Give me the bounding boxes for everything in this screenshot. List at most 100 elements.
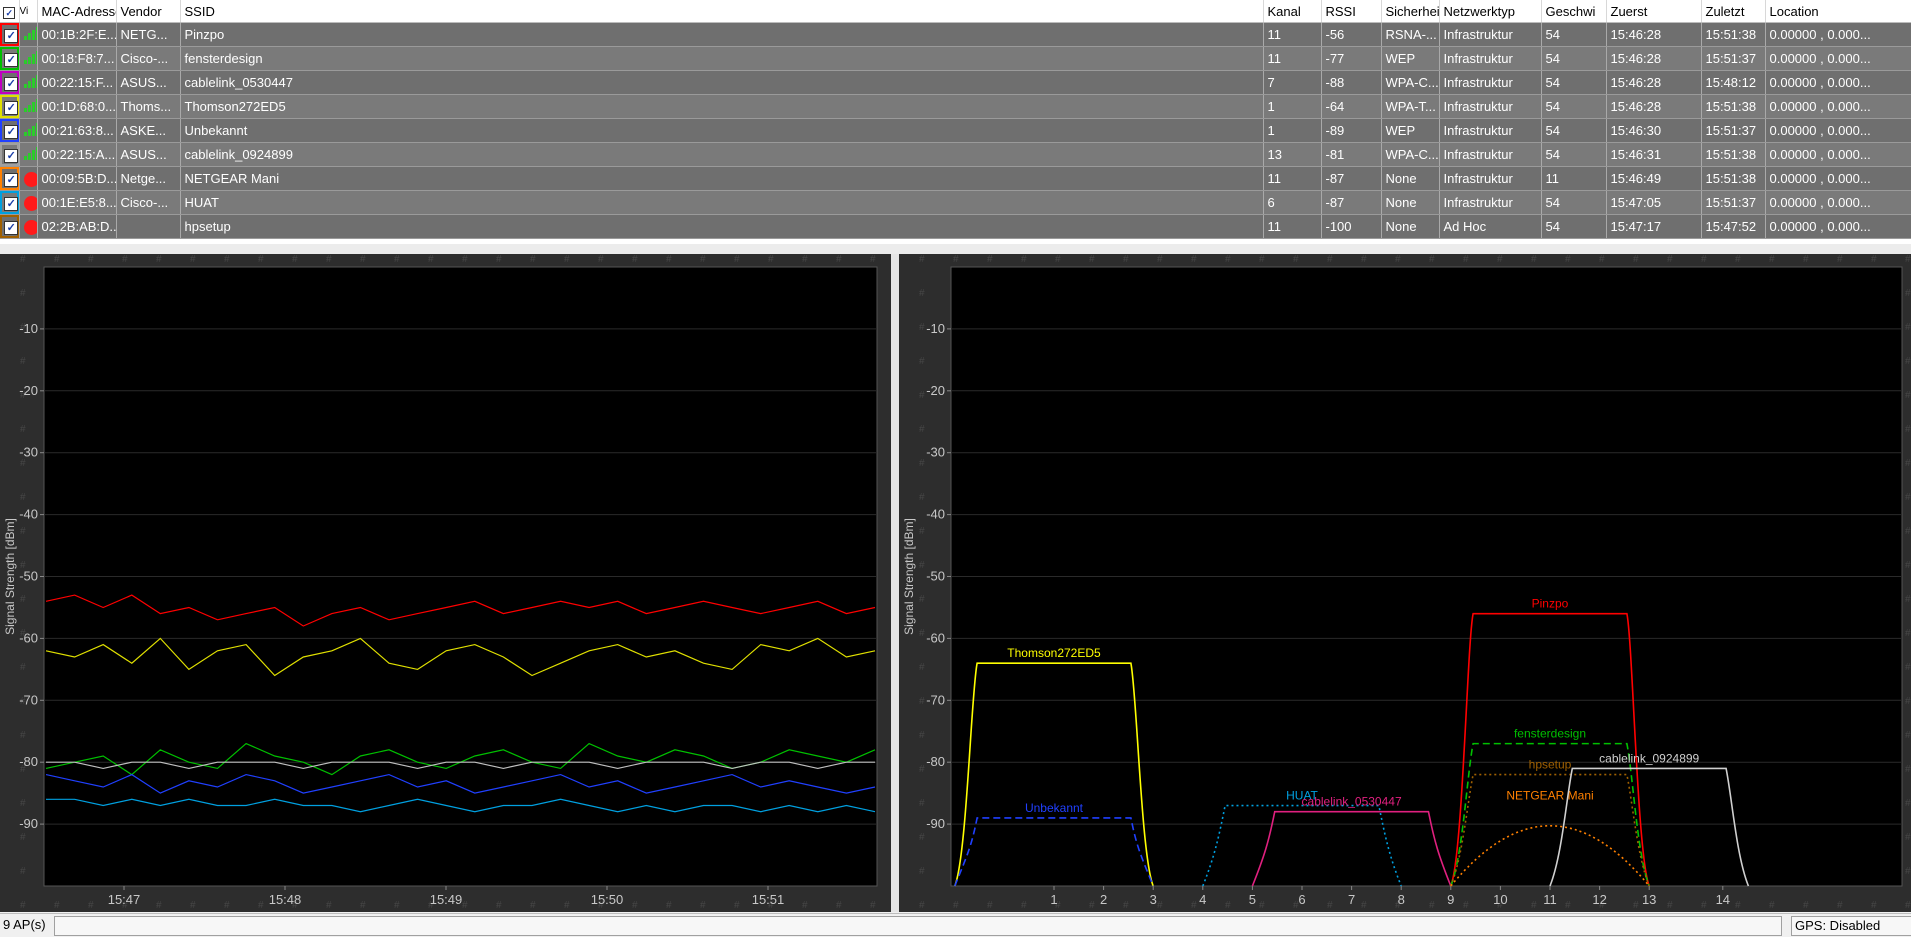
vertical-splitter[interactable] — [891, 254, 899, 912]
channel-label-fensterdesign: fensterdesign — [1514, 727, 1586, 741]
background-hash-mark: # — [1905, 662, 1911, 673]
background-hash-mark: # — [54, 254, 60, 265]
background-hash-mark: # — [1905, 322, 1911, 333]
background-hash-mark: # — [919, 628, 925, 639]
background-hash-mark: # — [919, 696, 925, 707]
cell-first-seen: 15:46:28 — [1606, 22, 1702, 47]
column-header-vendor[interactable]: Vendor — [116, 0, 181, 23]
channel-chart-panel: # # # # # # # # # # # # # # # # # # # # # # # # # # # # # # # # # # # # # # # #… — [899, 254, 1911, 912]
table-row[interactable]: ✓ 00:1D:68:0... Thoms... Thomson272ED5 1 -64 W… — [0, 94, 1911, 119]
row-checkbox[interactable]: ✓ — [4, 172, 18, 187]
column-header-select[interactable]: ✓ — [0, 0, 20, 23]
row-checkbox[interactable]: ✓ — [4, 100, 18, 115]
cell-channel: 11 — [1263, 46, 1322, 71]
channel-label-pinzpo: Pinzpo — [1532, 597, 1569, 611]
column-header-mac[interactable]: MAC-Adresse — [37, 0, 117, 23]
access-point-table[interactable]: ✓ Vi MAC-Adresse Vendor SSID Kanal RSSI … — [0, 0, 1911, 244]
channel-label-thomson272ed5: Thomson272ED5 — [1007, 646, 1101, 660]
cell-channel: 13 — [1263, 142, 1322, 167]
cell-location: 0.00000 , 0.000... — [1765, 190, 1911, 215]
background-hash-mark: # — [919, 458, 925, 469]
row-checkbox-cell[interactable]: ✓ — [0, 142, 20, 167]
column-header-location[interactable]: Location — [1765, 0, 1911, 23]
row-checkbox-cell[interactable]: ✓ — [0, 118, 20, 143]
row-checkbox[interactable]: ✓ — [4, 124, 18, 139]
background-hash-mark: # — [1905, 390, 1911, 401]
row-checkbox[interactable]: ✓ — [4, 76, 18, 91]
cell-network-type: Infrastruktur — [1439, 70, 1542, 95]
x-tick-label: 10 — [1493, 892, 1507, 907]
x-tick-label: 15:51 — [752, 892, 785, 907]
background-hash-mark: # — [20, 288, 26, 299]
row-checkbox[interactable]: ✓ — [4, 148, 18, 163]
column-header-rssi[interactable]: RSSI — [1321, 0, 1382, 23]
column-header-visible[interactable]: Vi — [19, 0, 38, 23]
row-checkbox-cell[interactable]: ✓ — [0, 70, 20, 95]
background-hash-mark: # — [919, 798, 925, 809]
background-hash-mark: # — [1191, 900, 1197, 911]
column-header-ssid[interactable]: SSID — [180, 0, 1264, 23]
cell-last-seen: 15:51:38 — [1701, 22, 1766, 47]
y-axis-label: Signal Strength [dBm] — [902, 518, 916, 635]
background-hash-mark: # — [1905, 832, 1911, 843]
background-hash-mark: # — [496, 254, 502, 265]
x-tick-label: 11 — [1543, 892, 1557, 907]
x-tick-label: 15:50 — [591, 892, 624, 907]
cell-ssid: NETGEAR Mani — [180, 166, 1264, 191]
column-header-speed[interactable]: Geschwi — [1541, 0, 1607, 23]
row-checkbox-cell[interactable]: ✓ — [0, 166, 20, 191]
column-header-security[interactable]: Sicherheit — [1381, 0, 1440, 23]
row-checkbox[interactable]: ✓ — [4, 52, 18, 67]
cell-rssi: -87 — [1321, 166, 1382, 191]
signal-bars-icon — [23, 26, 36, 40]
row-checkbox-cell[interactable]: ✓ — [0, 94, 20, 119]
background-hash-mark: # — [1667, 900, 1673, 911]
row-checkbox[interactable]: ✓ — [4, 196, 18, 211]
background-hash-mark: # — [462, 254, 468, 265]
row-checkbox-cell[interactable]: ✓ — [0, 190, 20, 215]
background-hash-mark: # — [1293, 254, 1299, 265]
table-row[interactable]: ✓ 00:22:15:A... ASUS... cablelink_0924899 13… — [0, 142, 1911, 167]
table-row[interactable]: ✓ 00:1E:E5:8... Cisco-... HUAT 6 -87 None Infra… — [0, 190, 1911, 215]
row-checkbox-cell[interactable]: ✓ — [0, 46, 20, 71]
x-tick-label: 5 — [1249, 892, 1256, 907]
table-row[interactable]: ✓ 00:22:15:F... ASUS... cablelink_0530447 7-… — [0, 70, 1911, 95]
cell-vendor — [116, 214, 181, 239]
background-hash-mark: # — [1905, 424, 1911, 435]
background-hash-mark: # — [919, 254, 925, 265]
row-checkbox[interactable]: ✓ — [4, 28, 18, 43]
background-hash-mark: # — [224, 900, 230, 911]
signal-status-cell — [19, 70, 38, 95]
select-all-checkbox[interactable]: ✓ — [3, 6, 16, 19]
cell-last-seen: 15:48:12 — [1701, 70, 1766, 95]
horizontal-splitter[interactable] — [0, 244, 1911, 254]
table-row[interactable]: ✓ 00:21:63:8... ASKE... Unbekannt 1 -89 WEP Inf… — [0, 118, 1911, 143]
signal-bars-icon — [23, 146, 36, 160]
background-hash-mark: # — [1157, 900, 1163, 911]
background-hash-mark: # — [54, 900, 60, 911]
background-hash-mark: # — [1735, 900, 1741, 911]
column-header-first-seen[interactable]: Zuerst — [1606, 0, 1702, 23]
cell-last-seen: 15:51:38 — [1701, 94, 1766, 119]
table-row[interactable]: ✓ 02:2B:AB:D... hpsetup 11 -100 None Ad Hoc 54 1… — [0, 214, 1911, 239]
column-header-network-type[interactable]: Netzwerktyp — [1439, 0, 1542, 23]
row-checkbox-cell[interactable]: ✓ — [0, 22, 20, 47]
cell-security: WEP — [1381, 118, 1440, 143]
background-hash-mark: # — [88, 900, 94, 911]
cell-mac: 00:1E:E5:8... — [37, 190, 117, 215]
row-checkbox[interactable]: ✓ — [4, 220, 18, 235]
column-header-channel[interactable]: Kanal — [1263, 0, 1322, 23]
background-hash-mark: # — [666, 900, 672, 911]
column-header-last-seen[interactable]: Zuletzt — [1701, 0, 1766, 23]
background-hash-mark: # — [156, 254, 162, 265]
table-row[interactable]: ✓ 00:1B:2F:E... NETG... Pinzpo 11 -56 RSNA-...… — [0, 22, 1911, 47]
cell-ssid: cablelink_0924899 — [180, 142, 1264, 167]
background-hash-mark: # — [360, 254, 366, 265]
cell-vendor: ASKE... — [116, 118, 181, 143]
row-checkbox-cell[interactable]: ✓ — [0, 214, 20, 239]
cell-speed: 54 — [1541, 142, 1607, 167]
background-hash-mark: # — [1259, 900, 1265, 911]
cell-security: WPA-T... — [1381, 94, 1440, 119]
table-row[interactable]: ✓ 00:09:5B:D... Netge... NETGEAR Mani 11 -87 N… — [0, 166, 1911, 191]
table-row[interactable]: ✓ 00:18:F8:7... Cisco-... fensterdesign 11 -7… — [0, 46, 1911, 71]
